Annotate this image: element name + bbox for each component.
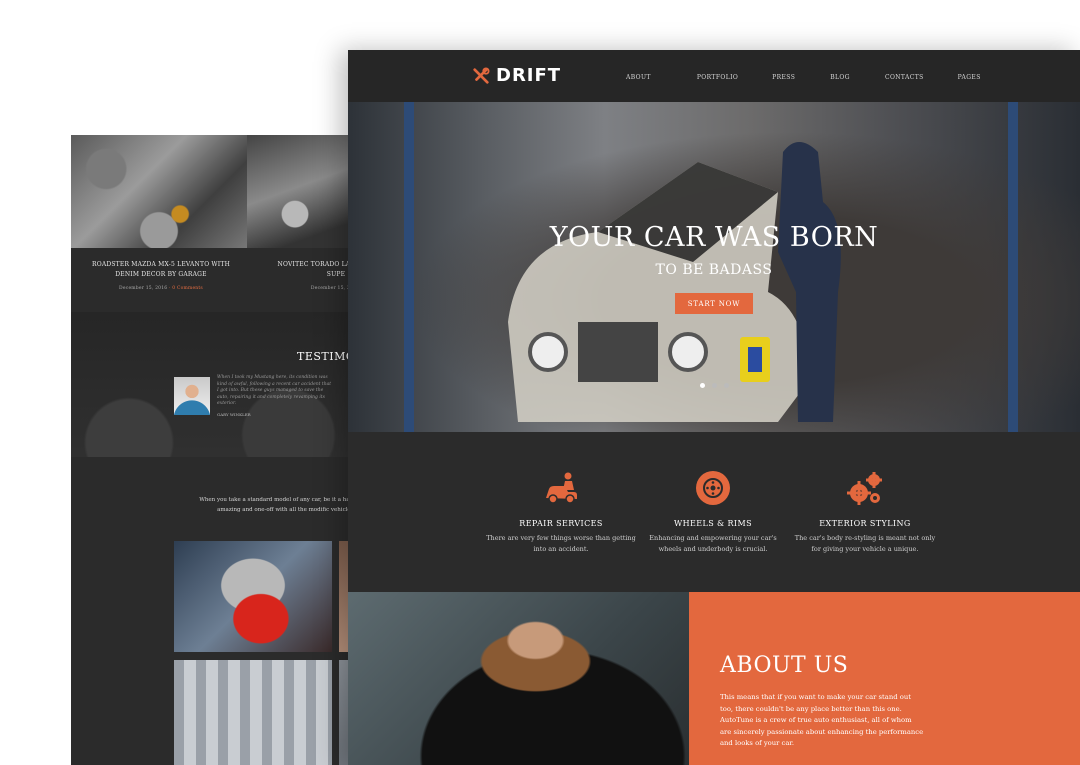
hero-title: YOUR CAR WAS BORN xyxy=(549,222,879,253)
nav-item-contacts[interactable]: CONTACTS xyxy=(885,74,924,81)
about-text: This means that if you want to make your… xyxy=(720,693,924,747)
main-menu: ABOUT PORTFOLIO PRESS BLOG CONTACTS PAGE… xyxy=(626,74,981,81)
avatar xyxy=(174,377,210,415)
wrench-screwdriver-icon xyxy=(473,66,490,84)
back-page-preview: ROADSTER MAZDA MX-5 LEVANTO WITH DENIM D… xyxy=(71,135,361,765)
engine-repair-photo xyxy=(247,135,361,248)
hero-slider: YOUR CAR WAS BORN TO BE BADASS START NOW xyxy=(348,102,1080,432)
blog-post-meta: December 15, 2016 · 0 Comments xyxy=(119,286,203,291)
services-section: REPAIR SERVICES There are very few thing… xyxy=(348,432,1080,592)
logo-text: DRIFT xyxy=(496,65,562,86)
engine-oil-photo xyxy=(71,135,247,248)
testimonial-author: GARY WINKLER xyxy=(217,412,251,417)
slider-pagination xyxy=(700,383,729,388)
top-navigation: DRIFT ABOUT PORTFOLIO PRESS BLOG CONTACT… xyxy=(348,50,1080,102)
slider-dot[interactable] xyxy=(712,383,717,388)
front-page-preview: DRIFT ABOUT PORTFOLIO PRESS BLOG CONTACT… xyxy=(348,50,1080,765)
service-repair[interactable]: REPAIR SERVICES There are very few thing… xyxy=(486,468,636,555)
testimonials-section: TESTIMON When I took my Mustang here, it… xyxy=(71,312,361,457)
nav-item-about[interactable]: ABOUT xyxy=(626,74,651,81)
portfolio-photo-assembly-line[interactable] xyxy=(174,660,332,765)
blog-post-date: December 15, 2016 xyxy=(119,286,168,291)
service-text: Enhancing and empowering your car's whee… xyxy=(649,534,777,553)
slider-dot[interactable] xyxy=(724,383,729,388)
nav-item-portfolio[interactable]: PORTFOLIO xyxy=(697,74,738,81)
service-text: The car's body re-styling is meant not o… xyxy=(794,534,936,553)
service-wheels[interactable]: WHEELS & RIMS Enhancing and empowering y… xyxy=(638,468,788,555)
about-title: ABOUT US xyxy=(720,653,849,678)
service-exterior[interactable]: EXTERIOR STYLING The car's body re-styli… xyxy=(790,468,940,555)
page-showcase: ROADSTER MAZDA MX-5 LEVANTO WITH DENIM D… xyxy=(0,0,1080,765)
start-now-button[interactable]: START NOW xyxy=(675,293,753,314)
nav-item-press[interactable]: PRESS xyxy=(772,74,795,81)
blog-post-title[interactable]: ROADSTER MAZDA MX-5 LEVANTO WITH DENIM D… xyxy=(86,260,236,280)
blog-post-comments[interactable]: 0 Comments xyxy=(172,286,203,291)
logo[interactable]: DRIFT xyxy=(472,65,561,86)
portfolio-photo-red-car[interactable] xyxy=(174,541,332,652)
repair-car-icon xyxy=(546,472,577,504)
nav-item-pages[interactable]: PAGES xyxy=(958,74,981,81)
slider-dot[interactable] xyxy=(700,383,705,388)
portfolio-intro-text: When you take a standard model of any ca… xyxy=(199,497,361,513)
nav-item-blog[interactable]: BLOG xyxy=(830,74,850,81)
hero-subtitle: TO BE BADASS xyxy=(655,262,773,278)
blog-post-card[interactable]: ROADSTER MAZDA MX-5 LEVANTO WITH DENIM D… xyxy=(86,260,236,294)
service-text: There are very few things worse than get… xyxy=(486,534,636,553)
about-photo xyxy=(348,592,689,765)
wheel-icon xyxy=(696,471,730,505)
testimonial-quote: When I took my Mustang here, its conditi… xyxy=(217,375,332,406)
about-section: ABOUT US This means that if you want to … xyxy=(689,592,1080,765)
service-title: WHEELS & RIMS xyxy=(674,519,752,528)
service-title: EXTERIOR STYLING xyxy=(819,519,911,528)
gears-icon xyxy=(847,472,882,505)
service-title: REPAIR SERVICES xyxy=(519,519,603,528)
blog-post-date: December 15, 20 xyxy=(310,286,354,291)
